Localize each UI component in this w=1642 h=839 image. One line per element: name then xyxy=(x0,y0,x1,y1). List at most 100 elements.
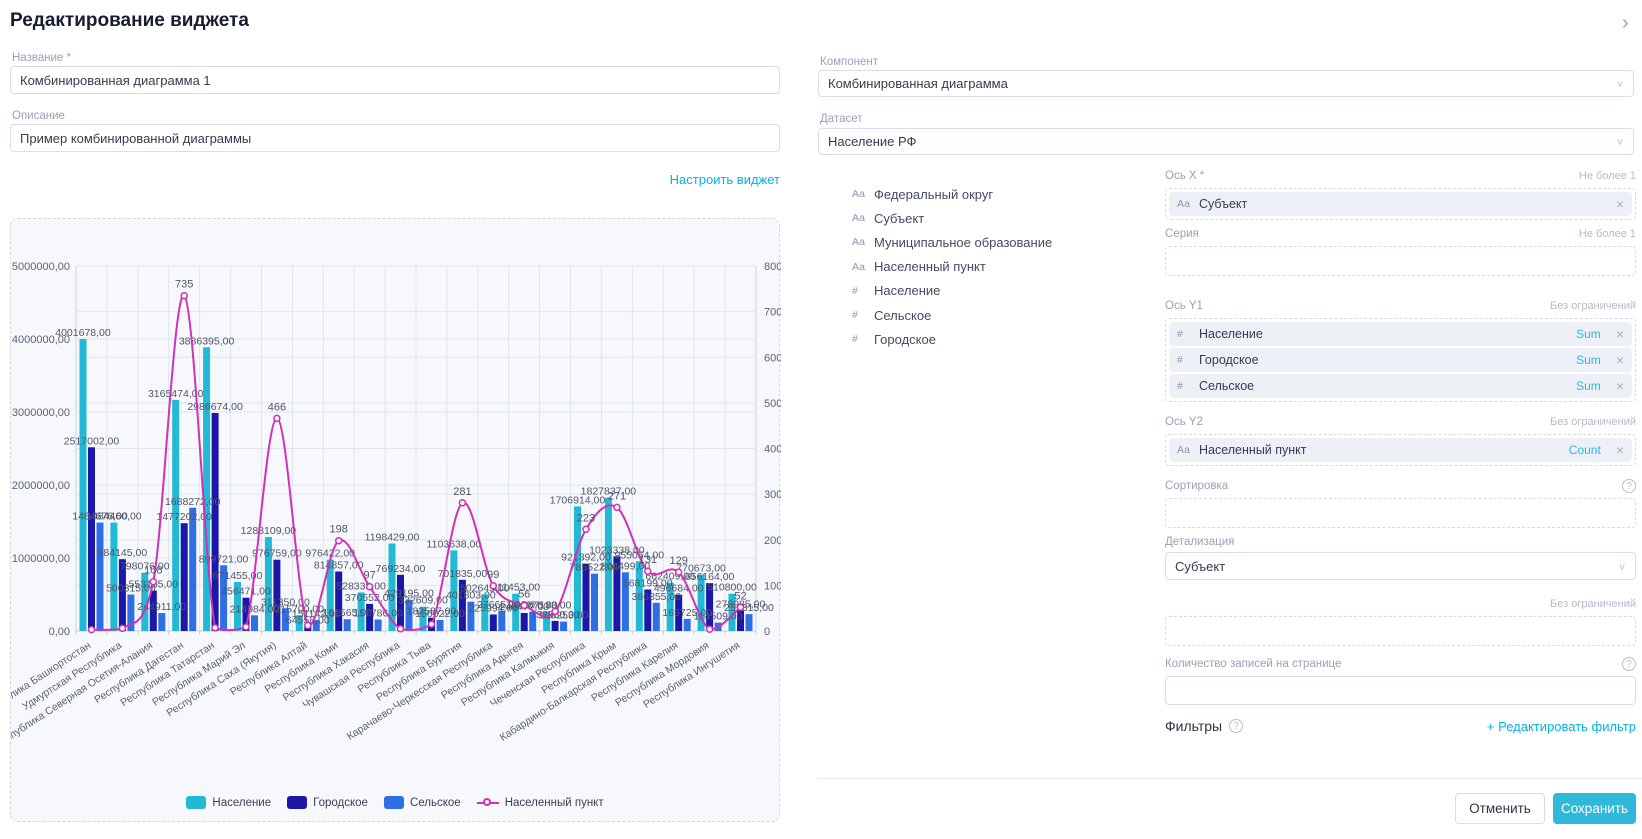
svg-text:976759,00: 976759,00 xyxy=(252,548,302,560)
legend-item[interactable]: Население xyxy=(186,796,271,809)
field-item[interactable]: АаСубъект xyxy=(852,206,1152,230)
axis-y2-dropzone[interactable]: АаНаселенный пунктCount× xyxy=(1165,434,1636,466)
edit-filter-link[interactable]: + Редактировать фильтр xyxy=(1487,719,1636,734)
extra-limit-label: Без ограничений xyxy=(1550,598,1636,610)
svg-text:899721,00: 899721,00 xyxy=(199,553,249,565)
svg-text:700: 700 xyxy=(764,307,781,319)
remove-chip-icon[interactable]: × xyxy=(1616,352,1624,368)
page-size-label: Количество записей на странице xyxy=(1165,658,1341,670)
svg-text:429195,00: 429195,00 xyxy=(384,588,434,600)
page-size-section: Количество записей на странице ? xyxy=(1165,656,1636,705)
detail-select[interactable]: Субъект ∨ xyxy=(1165,552,1636,580)
extra-dropzone[interactable] xyxy=(1165,616,1636,646)
chip-label: Населенный пункт xyxy=(1199,443,1562,457)
field-item[interactable]: АаНаселенный пункт xyxy=(852,255,1152,279)
configure-widget-link[interactable]: Настроить виджет xyxy=(670,172,780,187)
field-item[interactable]: #Сельское xyxy=(852,303,1152,327)
svg-text:200: 200 xyxy=(764,535,781,547)
legend-label: Сельское xyxy=(410,797,461,809)
svg-text:271: 271 xyxy=(608,490,626,502)
combo-chart: 01002003004005006007008000,001000000,002… xyxy=(11,219,781,784)
description-input[interactable] xyxy=(10,124,780,152)
sorting-label: Сортировка xyxy=(1165,480,1228,492)
help-icon[interactable]: ? xyxy=(1622,479,1636,493)
number-field-icon: # xyxy=(852,309,867,321)
component-select[interactable]: Комбинированная диаграмма ∨ xyxy=(818,70,1634,97)
field-label: Субъект xyxy=(874,211,924,226)
field-chip[interactable]: #НаселениеSum× xyxy=(1169,322,1632,346)
svg-text:129: 129 xyxy=(670,555,688,567)
field-item[interactable]: #Городское xyxy=(852,327,1152,351)
number-field-icon: # xyxy=(1177,354,1192,366)
legend-label: Городское xyxy=(313,797,368,809)
legend-label: Населенный пункт xyxy=(505,797,604,809)
series-dropzone[interactable] xyxy=(1165,246,1636,276)
widget-preview: 01002003004005006007008000,001000000,002… xyxy=(10,218,780,822)
remove-chip-icon[interactable]: × xyxy=(1616,196,1624,212)
svg-text:0: 0 xyxy=(764,626,770,638)
svg-text:231815,00: 231815,00 xyxy=(724,602,774,614)
axis-x-section: Ось X * Не более 1 АаСубъект× xyxy=(1165,168,1636,220)
remove-chip-icon[interactable]: × xyxy=(1616,442,1624,458)
svg-text:198: 198 xyxy=(330,524,348,536)
series-section: Серия Не более 1 xyxy=(1165,226,1636,276)
help-icon[interactable]: ? xyxy=(1622,657,1636,671)
aggregation-label[interactable]: Sum xyxy=(1576,353,1601,367)
field-item[interactable]: #Население xyxy=(852,279,1152,303)
axis-x-label: Ось X * xyxy=(1165,170,1204,182)
detail-value: Субъект xyxy=(1175,559,1225,574)
field-label: Федеральный округ xyxy=(874,187,993,202)
number-field-icon: # xyxy=(1177,380,1192,392)
help-icon[interactable]: ? xyxy=(1229,719,1243,733)
field-chip[interactable]: АаСубъект× xyxy=(1169,192,1632,216)
page-title: Редактирование виджета xyxy=(10,10,249,32)
text-field-icon: Аа xyxy=(852,188,867,200)
axis-y1-dropzone[interactable]: #НаселениеSum×#ГородскоеSum×#СельскоеSum… xyxy=(1165,318,1636,402)
cancel-button[interactable]: Отменить xyxy=(1455,793,1545,824)
dataset-select[interactable]: Население РФ ∨ xyxy=(818,128,1634,155)
axis-x-dropzone[interactable]: АаСубъект× xyxy=(1165,188,1636,220)
series-label: Серия xyxy=(1165,228,1199,240)
page-size-input[interactable] xyxy=(1165,676,1636,705)
component-value: Комбинированная диаграмма xyxy=(828,76,1008,91)
svg-text:466: 466 xyxy=(268,401,286,413)
sorting-section: Сортировка ? xyxy=(1165,478,1636,528)
svg-text:131: 131 xyxy=(639,554,657,566)
svg-text:223: 223 xyxy=(577,512,595,524)
axis-config-panel: Ось X * Не более 1 АаСубъект× Серия Не б… xyxy=(1165,168,1636,768)
legend-label: Население xyxy=(212,797,271,809)
remove-chip-icon[interactable]: × xyxy=(1616,326,1624,342)
field-chip[interactable]: #СельскоеSum× xyxy=(1169,374,1632,398)
detail-section: Детализация Субъект ∨ xyxy=(1165,536,1636,580)
svg-text:769234,00: 769234,00 xyxy=(376,563,426,575)
axis-y1-limit: Без ограничений xyxy=(1550,300,1636,312)
footer-divider xyxy=(818,778,1642,779)
legend-item[interactable]: Городское xyxy=(287,796,368,809)
field-label: Население xyxy=(874,283,940,298)
aggregation-label[interactable]: Sum xyxy=(1576,327,1601,341)
svg-text:600: 600 xyxy=(764,352,781,364)
remove-chip-icon[interactable]: × xyxy=(1616,378,1624,394)
svg-text:108: 108 xyxy=(144,565,162,577)
aggregation-label[interactable]: Count xyxy=(1569,443,1601,457)
component-label: Компонент xyxy=(820,56,878,68)
extra-limit-section: Без ограничений xyxy=(1165,596,1636,646)
save-button[interactable]: Сохранить xyxy=(1553,793,1636,824)
svg-text:800: 800 xyxy=(764,261,781,273)
aggregation-label[interactable]: Sum xyxy=(1576,379,1601,393)
svg-text:3000000,00: 3000000,00 xyxy=(12,407,70,419)
field-item[interactable]: АаМуниципальное образование xyxy=(852,230,1152,254)
name-input[interactable] xyxy=(10,66,780,94)
field-chip[interactable]: АаНаселенный пунктCount× xyxy=(1169,438,1632,462)
collapse-panel-icon[interactable]: › xyxy=(1622,12,1629,35)
legend-item[interactable]: Населенный пункт xyxy=(477,797,604,809)
svg-text:984145,00: 984145,00 xyxy=(98,547,148,559)
svg-text:56: 56 xyxy=(518,588,530,600)
svg-text:150022,00: 150022,00 xyxy=(415,608,465,620)
field-item[interactable]: Аа Федеральный округ xyxy=(852,182,1152,206)
sorting-dropzone[interactable] xyxy=(1165,498,1636,528)
field-label: Городское xyxy=(874,332,936,347)
legend-item[interactable]: Сельское xyxy=(384,796,461,809)
field-chip[interactable]: #ГородскоеSum× xyxy=(1169,348,1632,372)
svg-text:2000000,00: 2000000,00 xyxy=(12,480,70,492)
